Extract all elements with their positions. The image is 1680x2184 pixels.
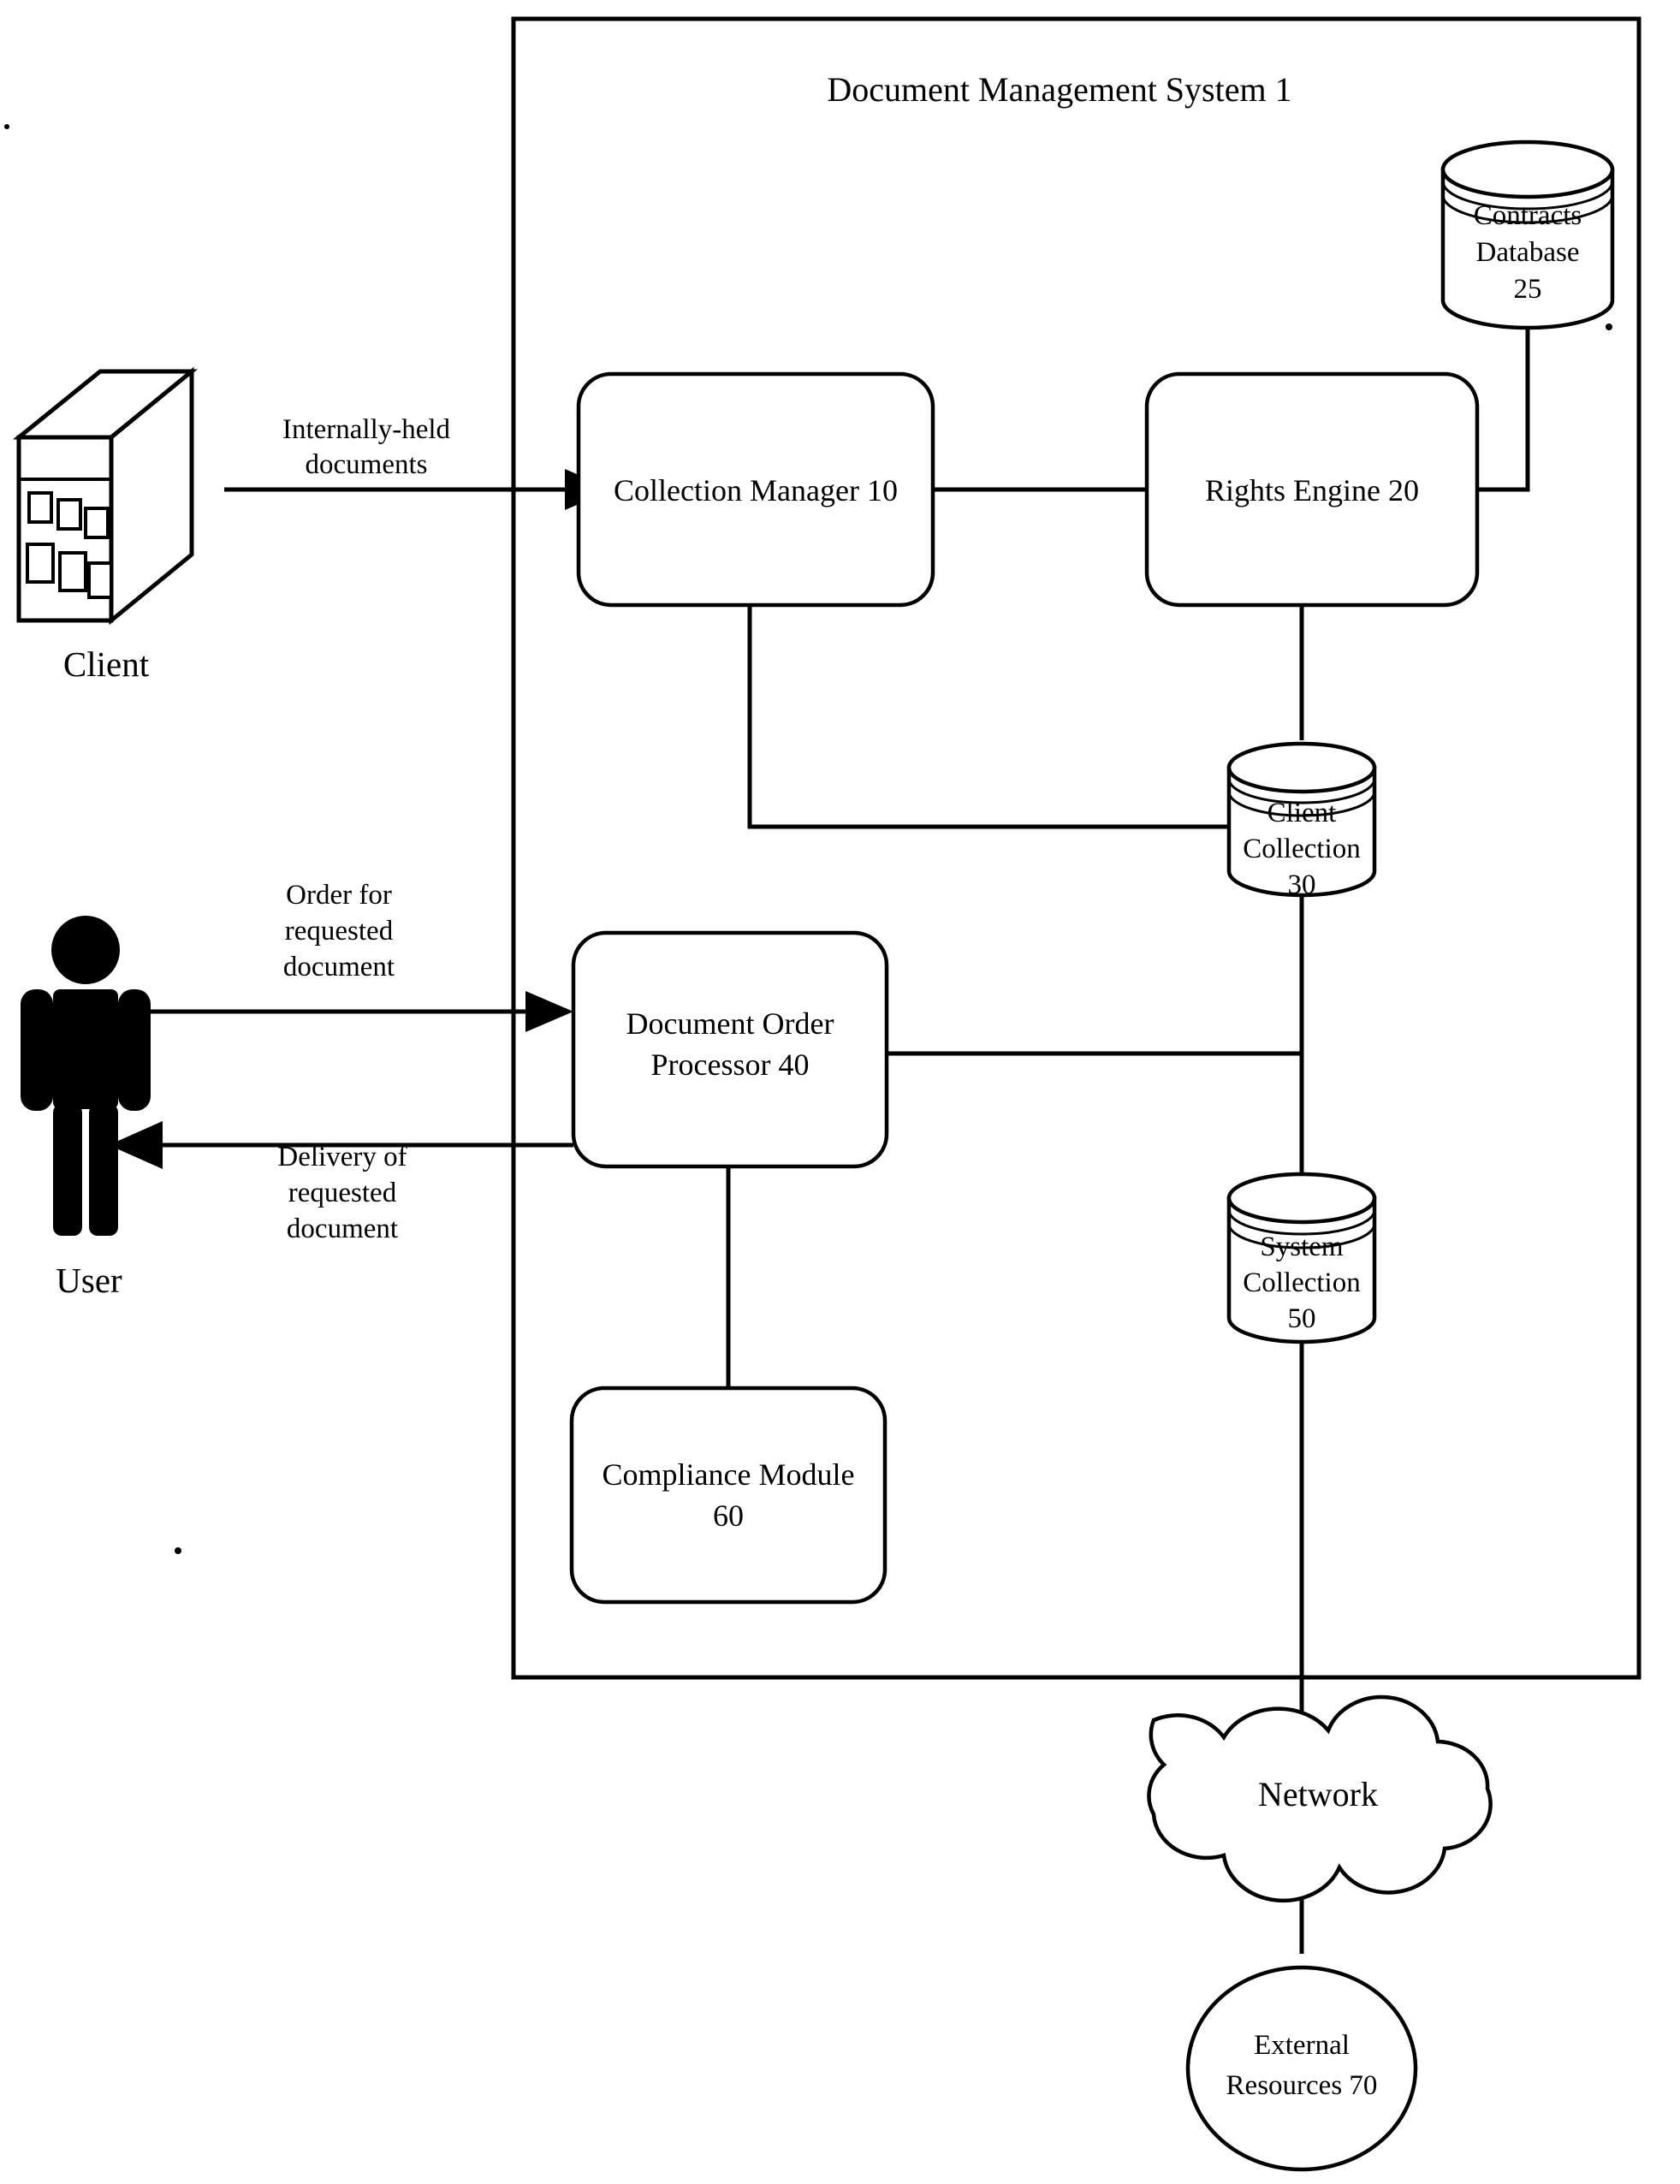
contracts-database-label-line3: 25: [1514, 274, 1542, 305]
delivery-of-line1: Delivery of: [277, 1142, 407, 1172]
node-compliance-module[interactable]: Compliance Module 60: [569, 1386, 887, 1605]
client-collection-label-line2: Collection: [1243, 834, 1360, 864]
system-collection-top: [1226, 1172, 1377, 1225]
collection-manager-label: Collection Manager 10: [614, 473, 898, 507]
person-left-leg: [53, 1104, 82, 1236]
person-head: [51, 916, 120, 984]
client-collection-top: [1226, 741, 1377, 794]
contracts-database-top: [1440, 139, 1615, 199]
datastore-client-collection[interactable]: Client Collection 30: [1226, 741, 1377, 900]
datastore-contracts-database[interactable]: Contracts Database 25: [1440, 139, 1615, 330]
external-resources-label-line2: Resources 70: [1226, 2070, 1378, 2101]
actor-user[interactable]: User: [21, 916, 151, 1300]
user-label: User: [56, 1261, 122, 1300]
rights-engine-label: Rights Engine 20: [1205, 473, 1419, 507]
edge-label-order-for-requested-document: Order for requested document: [283, 880, 395, 982]
person-right-leg: [89, 1104, 118, 1236]
edge-label-delivery-of-requested-document: Delivery of requested document: [277, 1142, 407, 1244]
node-external-resources[interactable]: External Resources 70: [1185, 1965, 1418, 2172]
internally-held-line2: documents: [306, 449, 428, 480]
person-right-arm: [118, 989, 151, 1111]
person-left-arm: [21, 989, 53, 1111]
building-window: [87, 561, 113, 599]
contracts-database-label-line1: Contracts: [1474, 200, 1582, 231]
delivery-of-line2: requested: [288, 1178, 397, 1208]
system-collection-label-line2: Collection: [1243, 1267, 1360, 1298]
compliance-module-label-line1: Compliance Module: [603, 1457, 855, 1492]
network-cloud[interactable]: Network: [1147, 1694, 1493, 1903]
document-order-processor-label-line1: Document Order: [626, 1006, 834, 1041]
arrowhead-icon: [525, 991, 573, 1032]
building-window: [26, 543, 55, 584]
building-icon: [12, 366, 198, 626]
system-collection-label-line1: System: [1260, 1231, 1344, 1262]
scan-speck: [1606, 323, 1612, 330]
external-resources-label-line1: External: [1254, 2030, 1350, 2061]
delivery-of-line3: document: [287, 1214, 398, 1244]
edge-contracts-database-to-rights-engine: [1477, 325, 1530, 492]
client-collection-label-line3: 30: [1288, 869, 1316, 900]
actor-client[interactable]: Client: [12, 366, 198, 684]
edge-label-internally-held: Internally-held documents: [282, 414, 451, 480]
edge-collection-manager-to-client-collection: [747, 605, 1229, 829]
scan-speck: [4, 124, 9, 129]
order-for-line3: document: [283, 952, 395, 982]
person-torso: [53, 989, 118, 1109]
client-collection-label-line1: Client: [1267, 798, 1337, 828]
building-window: [27, 491, 53, 524]
building-window: [56, 498, 82, 531]
order-for-line2: requested: [285, 916, 394, 947]
building-window: [84, 507, 110, 539]
scan-speck: [175, 1547, 181, 1554]
node-collection-manager[interactable]: Collection Manager 10: [576, 371, 935, 608]
page-title: Document Management System 1: [827, 70, 1291, 109]
node-rights-engine[interactable]: Rights Engine 20: [1144, 371, 1480, 608]
external-resources-ellipse[interactable]: [1185, 1965, 1418, 2172]
diagram-canvas: Document Management System 1 Collection …: [4, 16, 1641, 2172]
internally-held-line1: Internally-held: [282, 414, 451, 445]
datastore-system-collection[interactable]: System Collection 50: [1226, 1172, 1377, 1344]
compliance-module-label-line2: 60: [713, 1499, 744, 1533]
system-collection-label-line3: 50: [1288, 1303, 1316, 1334]
patent-figure: Document Management System 1 Collection …: [0, 0, 1680, 2184]
node-document-order-processor[interactable]: Document Order Processor 40: [571, 930, 889, 1169]
network-label: Network: [1258, 1775, 1378, 1813]
person-icon: [21, 916, 151, 1236]
contracts-database-label-line2: Database: [1476, 237, 1580, 268]
client-label: Client: [63, 644, 150, 684]
building-window: [58, 551, 87, 592]
document-order-processor-label-line2: Processor 40: [651, 1047, 810, 1082]
compliance-module-box[interactable]: [569, 1386, 887, 1605]
order-for-line1: Order for: [286, 880, 392, 911]
